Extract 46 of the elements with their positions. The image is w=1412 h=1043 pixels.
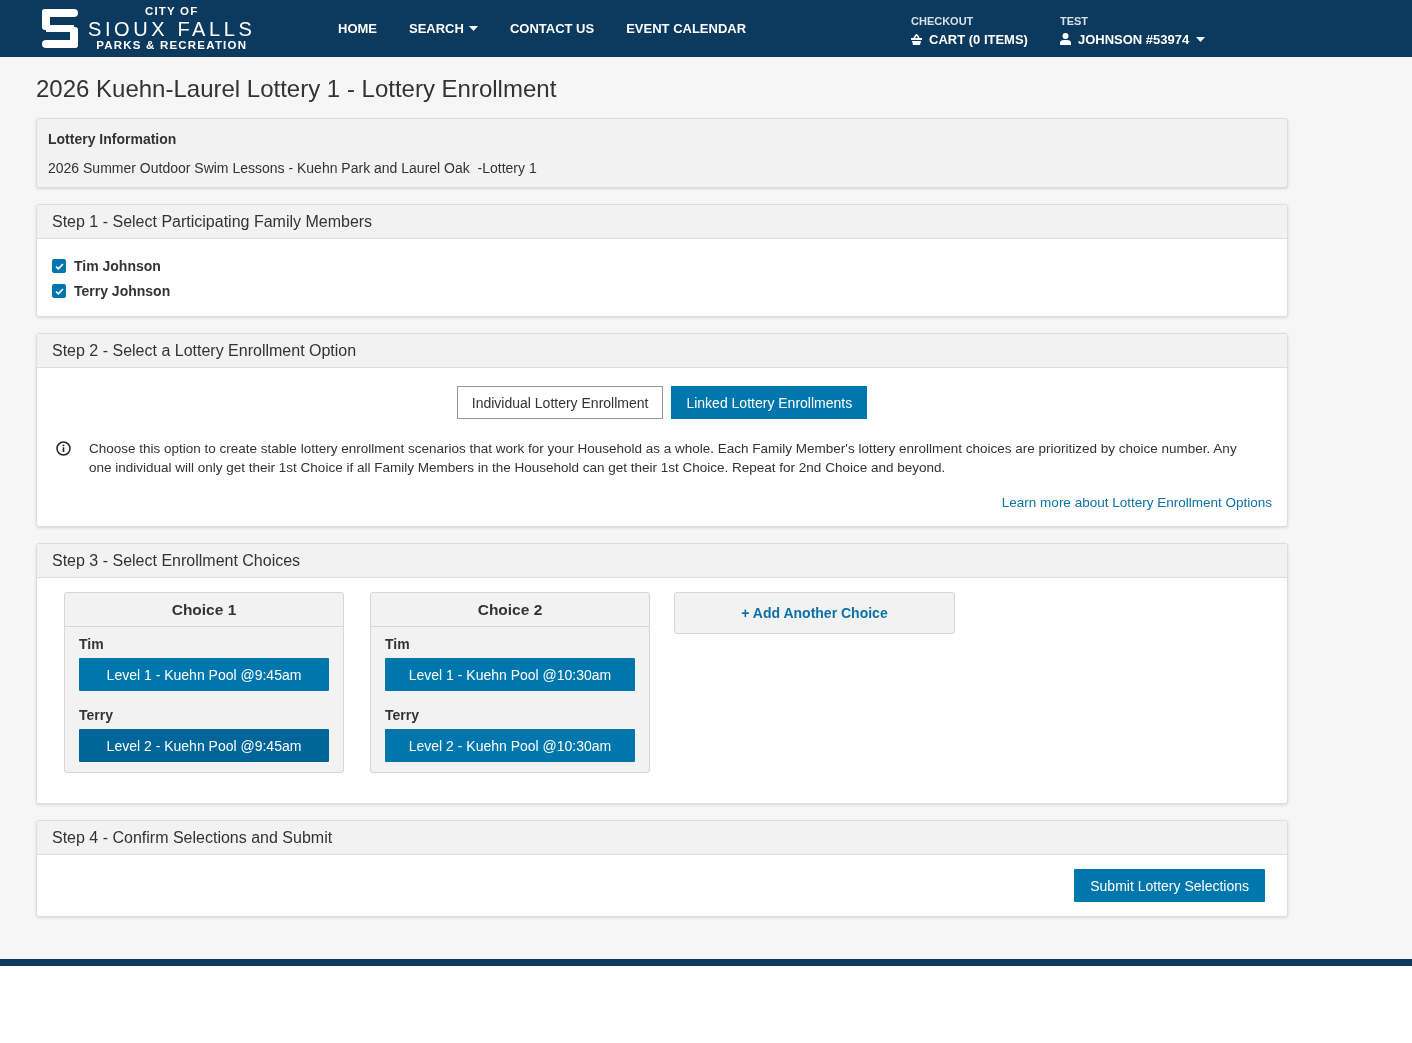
member-name: Tim Johnson bbox=[74, 258, 161, 274]
submit-button[interactable]: Submit Lottery Selections bbox=[1074, 869, 1265, 902]
option-toggle[interactable]: Linked Lottery Enrollments bbox=[671, 386, 868, 419]
member-label: Tim bbox=[385, 636, 411, 652]
caret-icon bbox=[468, 26, 478, 31]
member-label: Terry bbox=[79, 707, 114, 723]
check-icon bbox=[54, 262, 64, 270]
class-selection-button[interactable]: Level 1 - Kuehn Pool @9:45am bbox=[79, 658, 329, 691]
checkbox[interactable] bbox=[52, 259, 66, 273]
nav-link[interactable]: EVENT CALENDAR bbox=[626, 21, 747, 36]
account-caption: TEST bbox=[1059, 14, 1090, 27]
cart-link[interactable]: CART (0 ITEMS) bbox=[911, 31, 1028, 47]
caret-icon bbox=[1196, 36, 1206, 42]
checkbox[interactable] bbox=[52, 284, 66, 298]
logo-text: PARKS & RECREATION bbox=[96, 39, 248, 51]
basket-icon bbox=[911, 33, 922, 45]
choice-title: Choice 1 bbox=[171, 600, 237, 619]
checkout-caption: CHECKOUT bbox=[911, 14, 975, 27]
learn-more-link[interactable]: Learn more about Lottery Enrollment Options bbox=[1001, 495, 1272, 510]
user-icon bbox=[1059, 33, 1071, 45]
class-selection-button[interactable]: Level 1 - Kuehn Pool @10:30am bbox=[385, 658, 635, 691]
step-title: Step 1 - Select Participating Family Members bbox=[52, 212, 373, 231]
page-title: 2026 Kuehn-Laurel Lottery 1 - Lottery Enrollment bbox=[36, 76, 558, 102]
info-icon bbox=[56, 441, 71, 456]
option-description: Choose this option to create stable lottery enrollment scenarios that work for your Household as a whole. Each Family Member's lottery enrollment choices are prioritized by choice number. Any one individual will only get their 1st Choice if all Family Members in the Household can get their 1st Choice. Repeat for 2nd Choice and beyond. bbox=[89, 440, 1238, 477]
logo-icon bbox=[41, 8, 79, 49]
step-title: Step 4 - Confirm Selections and Submit bbox=[52, 828, 333, 847]
check-icon bbox=[54, 287, 64, 295]
member-label: Tim bbox=[79, 636, 105, 652]
choice-title: Choice 2 bbox=[477, 600, 543, 619]
step-title: Step 3 - Select Enrollment Choices bbox=[52, 551, 301, 570]
nav-link[interactable]: CONTACT US bbox=[509, 21, 595, 36]
member-label: Terry bbox=[385, 707, 420, 723]
add-choice-button[interactable]: + Add Another Choice bbox=[674, 592, 955, 634]
lottery-name: 2026 Summer Outdoor Swim Lessons - Kuehn Park and Laurel Oak -Lottery 1 bbox=[48, 160, 538, 176]
logo-text: CITY OF bbox=[144, 6, 199, 18]
class-selection-button[interactable]: Level 2 - Kuehn Pool @9:45am bbox=[79, 729, 329, 762]
option-toggle[interactable]: Individual Lottery Enrollment bbox=[456, 386, 664, 419]
nav-link[interactable]: HOME bbox=[338, 21, 377, 36]
class-selection-button[interactable]: Level 2 - Kuehn Pool @10:30am bbox=[385, 729, 635, 762]
info-heading: Lottery Information bbox=[48, 131, 178, 147]
logo-text: SIOUX FALLS bbox=[88, 18, 256, 39]
nav-link[interactable]: SEARCH bbox=[409, 21, 478, 36]
account-menu[interactable]: JOHNSON #53974 bbox=[1059, 31, 1206, 47]
step-title: Step 2 - Select a Lottery Enrollment Option bbox=[52, 341, 357, 360]
member-name: Terry Johnson bbox=[74, 283, 171, 299]
